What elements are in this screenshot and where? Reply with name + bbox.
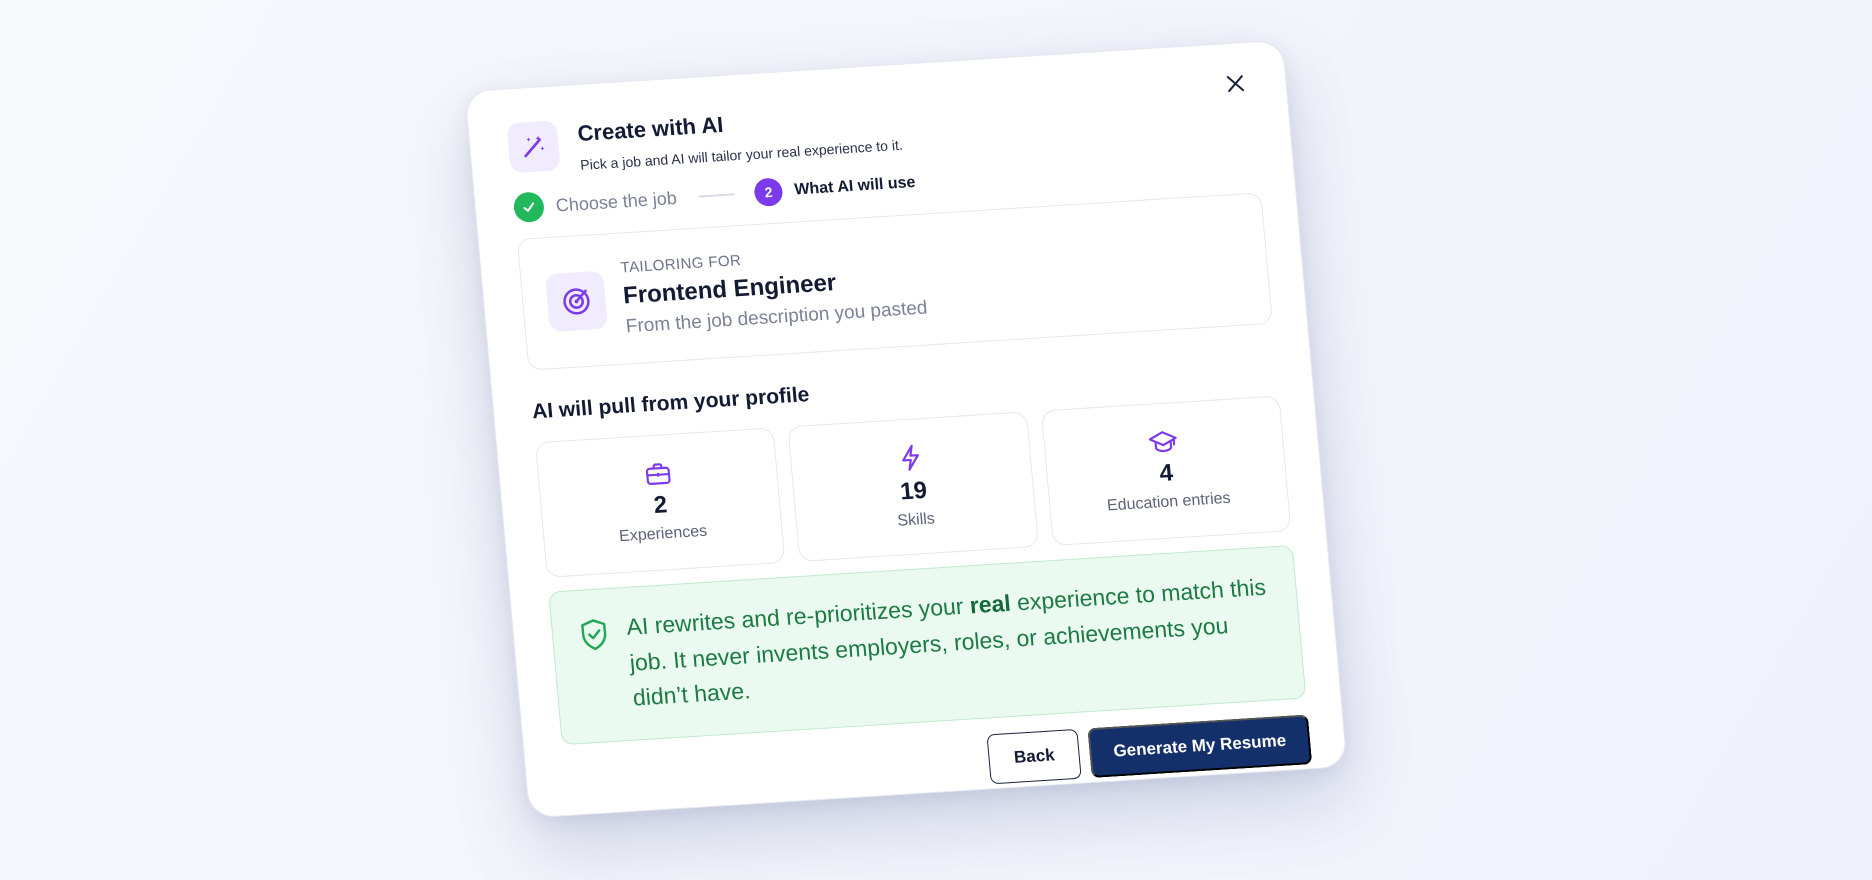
stat-count: 2 (652, 491, 669, 519)
target-icon-box (544, 270, 608, 333)
create-with-ai-modal: Create with AI Pick a job and AI will ta… (464, 39, 1348, 819)
step-1-label[interactable]: Choose the job (555, 187, 678, 216)
step-1-complete-badge[interactable] (512, 191, 546, 224)
stat-label: Education entries (1106, 489, 1232, 515)
profile-stats: 2 Experiences 19 Skills 4 Education entr… (534, 395, 1292, 578)
step-2-label: What AI will use (793, 173, 917, 199)
graduation-cap-icon (1149, 431, 1178, 453)
target-icon (563, 288, 590, 315)
lightning-icon (902, 444, 919, 471)
checkmark-icon (523, 202, 535, 212)
back-button[interactable]: Back (986, 728, 1082, 785)
stat-count: 4 (1158, 459, 1175, 488)
notice-emphasis: real (968, 589, 1012, 619)
magic-wand-icon-box (506, 120, 561, 174)
stat-education: 4 Education entries (1040, 395, 1292, 547)
shield-check-icon (581, 619, 607, 651)
step-divider (698, 193, 735, 198)
stat-count: 19 (899, 476, 929, 506)
generate-resume-button[interactable]: Generate My Resume (1087, 714, 1313, 779)
stat-skills: 19 Skills (787, 411, 1039, 562)
step-2-badge: 2 (753, 177, 784, 207)
ai-honesty-notice: AI rewrites and re-prioritizes your real… (548, 544, 1307, 746)
stat-experiences: 2 Experiences (534, 427, 786, 578)
stat-label: Skills (896, 510, 936, 530)
briefcase-icon (645, 463, 671, 485)
tailoring-job-card: TAILORING FOR Frontend Engineer From the… (516, 192, 1273, 371)
close-icon (1226, 75, 1245, 93)
notice-text: AI rewrites and re-prioritizes your real… (625, 570, 1277, 717)
job-card-text: TAILORING FOR Frontend Engineer From the… (620, 240, 928, 338)
page-background: Create with AI Pick a job and AI will ta… (0, 0, 1872, 880)
close-button[interactable] (1220, 69, 1250, 99)
magic-wand-icon (524, 135, 545, 158)
stat-label: Experiences (618, 522, 708, 546)
header-text: Create with AI Pick a job and AI will ta… (576, 99, 903, 173)
